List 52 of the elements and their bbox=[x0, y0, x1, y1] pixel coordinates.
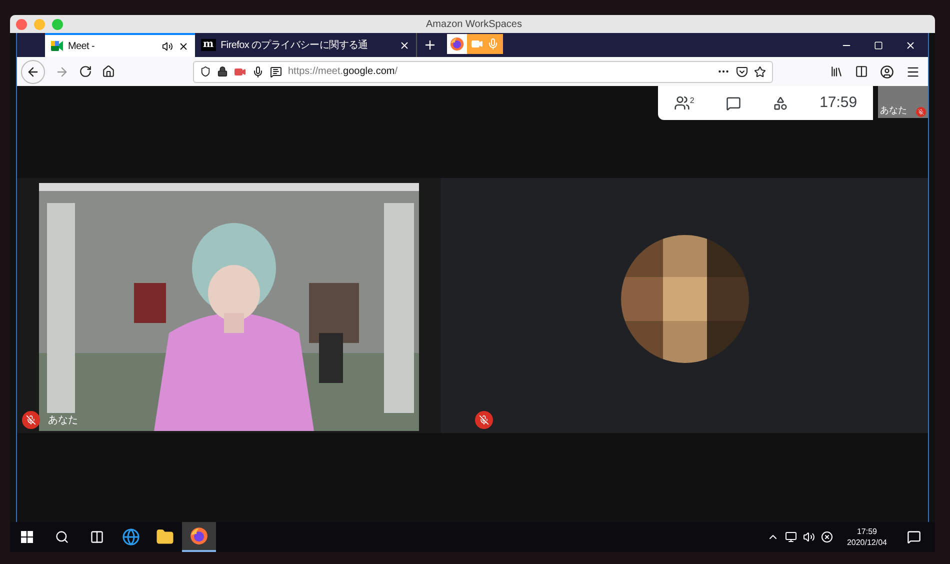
taskbar-app[interactable] bbox=[182, 522, 216, 552]
meeting-clock: 17:59 bbox=[820, 92, 858, 113]
participant-count: 2 bbox=[690, 95, 694, 107]
sidebar-icon[interactable] bbox=[855, 65, 868, 78]
error-icon[interactable] bbox=[820, 531, 833, 543]
people-icon[interactable] bbox=[674, 95, 690, 111]
microphone-icon bbox=[252, 66, 264, 78]
chat-icon[interactable] bbox=[726, 96, 742, 110]
camera-logo-icon bbox=[51, 41, 63, 51]
shield-icon bbox=[200, 66, 211, 77]
menu-icon[interactable] bbox=[906, 64, 920, 78]
folder-icon bbox=[156, 528, 174, 546]
task-view-icon[interactable] bbox=[90, 530, 104, 544]
account-icon[interactable] bbox=[880, 64, 894, 78]
taskbar-time: 17:59 bbox=[856, 526, 877, 537]
close-icon[interactable] bbox=[905, 40, 916, 51]
library-icon[interactable] bbox=[830, 65, 843, 78]
home-icon[interactable] bbox=[102, 65, 115, 78]
self-label: あなた bbox=[880, 104, 907, 117]
tab-title: Firefox のプライバシーに関する通 bbox=[220, 38, 369, 52]
window-title: Amazon WorkSpaces bbox=[425, 18, 523, 32]
address-field[interactable]: https://meet.google.com/ bbox=[193, 60, 773, 82]
browser-icon bbox=[122, 528, 140, 546]
close-icon[interactable] bbox=[399, 40, 410, 50]
notification-icon[interactable] bbox=[907, 530, 921, 544]
bookmark-star-icon[interactable] bbox=[754, 66, 766, 78]
browser-logo-icon[interactable] bbox=[450, 37, 464, 51]
browser-logo-icon[interactable] bbox=[190, 527, 208, 545]
back-button[interactable] bbox=[21, 60, 45, 84]
start-icon[interactable] bbox=[21, 531, 33, 543]
sharing-indicator[interactable] bbox=[447, 34, 503, 54]
new-tab-icon[interactable] bbox=[423, 38, 437, 52]
pocket-icon[interactable] bbox=[736, 66, 748, 78]
reload-icon[interactable] bbox=[79, 65, 92, 78]
forward-icon[interactable] bbox=[55, 64, 69, 78]
volume-icon[interactable] bbox=[802, 531, 815, 543]
tab-title: Meet - bbox=[68, 40, 96, 54]
lock-icon bbox=[217, 66, 228, 77]
search-icon[interactable] bbox=[55, 530, 69, 544]
site-logo-icon: m bbox=[201, 39, 216, 51]
url-text: https://meet.google.com/ bbox=[288, 65, 398, 79]
message-icon bbox=[270, 66, 282, 78]
network-icon[interactable] bbox=[784, 531, 797, 543]
taskbar-date: 2020/12/04 bbox=[846, 537, 887, 548]
activities-icon[interactable] bbox=[772, 96, 788, 110]
close-icon[interactable] bbox=[178, 40, 189, 52]
participant-name: あなた bbox=[48, 414, 78, 428]
browser-tab[interactable]: Meet - bbox=[45, 33, 195, 57]
speaker-icon[interactable] bbox=[162, 40, 173, 52]
maximize-icon[interactable] bbox=[874, 41, 883, 50]
camera-icon bbox=[234, 66, 246, 78]
back-arrow-icon bbox=[26, 64, 40, 78]
